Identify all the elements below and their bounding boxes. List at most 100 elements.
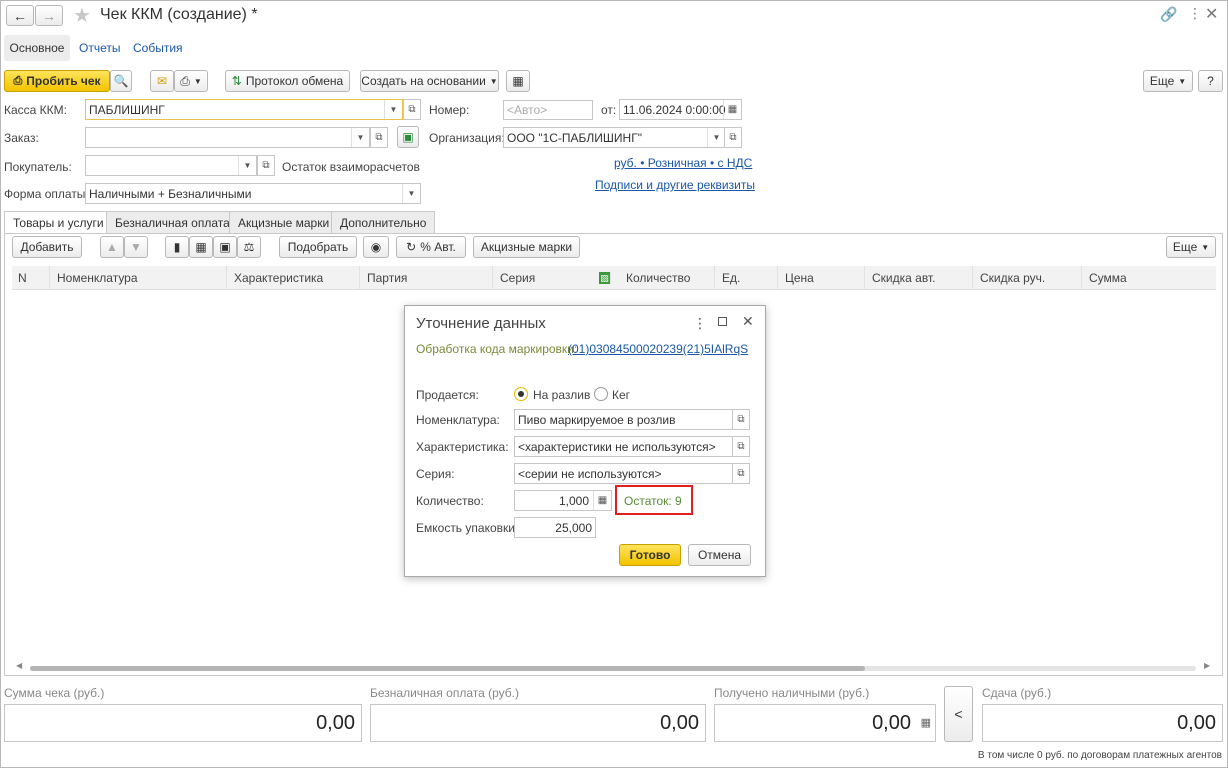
open-series-button[interactable]: ⧉ <box>732 463 750 484</box>
weight-button[interactable]: ⚖ <box>237 236 261 258</box>
series-marker-icon: ▧ <box>599 272 611 284</box>
excise-marks-button[interactable]: Акцизные марки <box>473 236 580 258</box>
col-nomenclature[interactable]: Номенклатура <box>51 266 227 290</box>
date-field[interactable]: 11.06.2024 0:00:00 ▦ <box>619 99 742 120</box>
calendar-icon[interactable]: ▦ <box>723 100 741 119</box>
link-icon[interactable]: 🔗 <box>1160 6 1177 23</box>
view-button[interactable]: ◉ <box>363 236 389 258</box>
structure-icon: ▦ <box>512 74 524 88</box>
col-manual-discount[interactable]: Скидка руч. <box>974 266 1082 290</box>
print-button[interactable]: ⎙ ▼ <box>174 70 208 92</box>
chevron-down-icon[interactable]: ▼ <box>351 128 369 147</box>
chevron-down-icon[interactable]: ▼ <box>384 100 402 119</box>
col-sum[interactable]: Сумма <box>1083 266 1216 290</box>
opt-keg-label[interactable]: Кег <box>612 388 630 402</box>
tab-additional[interactable]: Дополнительно <box>331 211 436 233</box>
more-vert-icon[interactable]: ⋮ <box>1188 5 1202 22</box>
col-unit[interactable]: Ед. <box>716 266 778 290</box>
table-more-button[interactable]: Еще ▼ <box>1166 236 1216 258</box>
qty-input[interactable]: 1,000 ▦ <box>514 490 612 511</box>
h-scrollbar[interactable]: ◀ ▶ <box>12 661 1216 673</box>
move-up-button[interactable]: ▲ <box>100 236 124 258</box>
tab-goods[interactable]: Товары и услуги <box>4 211 113 234</box>
price-type-link[interactable]: руб. • Розничная • с НДС <box>614 156 752 170</box>
cancel-button[interactable]: Отмена <box>688 544 751 566</box>
open-nom-button[interactable]: ⧉ <box>732 409 750 430</box>
payform-select[interactable]: Наличными + Безналичными ▼ <box>85 183 421 204</box>
zakaz-select[interactable]: ▼ <box>85 127 370 148</box>
cash-input[interactable]: 0,00 ▦ <box>714 704 936 742</box>
nom-label: Номенклатура: <box>416 413 500 427</box>
signatures-link[interactable]: Подписи и другие реквизиты <box>595 178 755 192</box>
col-batch[interactable]: Партия <box>361 266 493 290</box>
chevron-down-icon[interactable]: ▼ <box>238 156 256 175</box>
open-zakaz-button[interactable]: ⧉ <box>370 127 388 148</box>
structure-button[interactable]: ▦ <box>506 70 530 92</box>
tab-excise[interactable]: Акцизные марки <box>229 211 339 233</box>
col-price[interactable]: Цена <box>779 266 865 290</box>
pack-input[interactable]: 25,000 <box>514 517 596 538</box>
radio-keg[interactable] <box>594 387 608 401</box>
series-field[interactable]: <серии не используются> <box>514 463 734 484</box>
sum-value: 0,00 <box>4 704 362 742</box>
open-buyer-button[interactable]: ⧉ <box>257 155 275 176</box>
back-change-button[interactable]: < <box>944 686 973 742</box>
add-row-button[interactable]: Добавить <box>12 236 82 258</box>
h-scrollbar-thumb[interactable] <box>30 666 865 671</box>
tab-cashless[interactable]: Безналичная оплата <box>106 211 239 233</box>
scale-icon: ⚖ <box>243 240 255 254</box>
open-char-button[interactable]: ⧉ <box>732 436 750 457</box>
punch-check-button[interactable]: ⎙ Пробить чек <box>4 70 110 92</box>
calculator-icon[interactable]: ▦ <box>921 716 931 729</box>
email-button[interactable]: ✉ <box>150 70 174 92</box>
scan-series-button[interactable]: ▣ <box>213 236 237 258</box>
barcode-button[interactable]: ▮ <box>165 236 189 258</box>
pick-button[interactable]: Подобрать <box>279 236 357 258</box>
auto-discount-button[interactable]: ↻ % Авт. <box>396 236 466 258</box>
nav-tab-reports[interactable]: Отчеты <box>79 41 120 55</box>
scroll-right-icon[interactable]: ▶ <box>1204 661 1210 670</box>
scroll-left-icon[interactable]: ◀ <box>16 661 22 670</box>
chevron-down-icon[interactable]: ▼ <box>707 128 725 147</box>
dialog-maximize-icon[interactable] <box>718 317 727 326</box>
nom-field[interactable]: Пиво маркируемое в розлив <box>514 409 734 430</box>
more-button[interactable]: Еще ▼ <box>1143 70 1193 92</box>
org-select[interactable]: ООО "1С-ПАБЛИШИНГ" ▼ <box>503 127 726 148</box>
help-button[interactable]: ? <box>1198 70 1223 92</box>
search-button[interactable]: 🔍 <box>110 70 132 92</box>
create-based-on-button[interactable]: Создать на основании ▼ <box>360 70 499 92</box>
col-n[interactable]: N <box>12 266 50 290</box>
col-characteristic[interactable]: Характеристика <box>228 266 360 290</box>
dialog-close-icon[interactable]: ✕ <box>742 313 754 330</box>
kassa-select[interactable]: ПАБЛИШИНГ ▼ <box>85 99 403 120</box>
open-org-button[interactable]: ⧉ <box>724 127 742 148</box>
char-field[interactable]: <характеристики не используются> <box>514 436 734 457</box>
opt-draft-label[interactable]: На разлив <box>533 388 590 402</box>
col-series[interactable]: Серия <box>494 266 594 290</box>
col-qty[interactable]: Количество <box>620 266 715 290</box>
buyer-select[interactable]: ▼ <box>85 155 257 176</box>
chevron-down-icon[interactable]: ▼ <box>402 184 420 203</box>
col-auto-discount[interactable]: Скидка авт. <box>866 266 973 290</box>
back-button[interactable]: ← <box>6 5 34 26</box>
nav-tab-main[interactable]: Основное <box>4 35 70 61</box>
nav-tab-events[interactable]: События <box>133 41 183 55</box>
pack-label: Емкость упаковки: <box>416 521 519 535</box>
favorite-star-icon[interactable]: ★ <box>73 3 91 28</box>
scan-button[interactable]: ▦ <box>189 236 213 258</box>
radio-draft[interactable] <box>514 387 528 401</box>
move-down-button[interactable]: ▼ <box>124 236 148 258</box>
ok-button[interactable]: Готово <box>619 544 681 566</box>
arrow-up-icon: ▲ <box>106 240 118 254</box>
marking-code-link[interactable]: (01)03084500020239(21)5IAlRqS <box>568 342 748 356</box>
refresh-icon: ↻ <box>406 240 417 254</box>
fill-icon: ▣ <box>402 130 414 144</box>
exchange-protocol-button[interactable]: ⇅ Протокол обмена <box>225 70 350 92</box>
nomer-field[interactable]: <Авто> <box>503 100 593 120</box>
fill-order-button[interactable]: ▣ <box>397 126 419 148</box>
calculator-icon[interactable]: ▦ <box>593 491 611 510</box>
close-icon[interactable]: ✕ <box>1205 4 1218 24</box>
open-kassa-button[interactable]: ⧉ <box>403 99 421 120</box>
forward-button[interactable]: → <box>35 5 63 26</box>
dialog-more-icon[interactable]: ⋮ <box>693 315 707 332</box>
